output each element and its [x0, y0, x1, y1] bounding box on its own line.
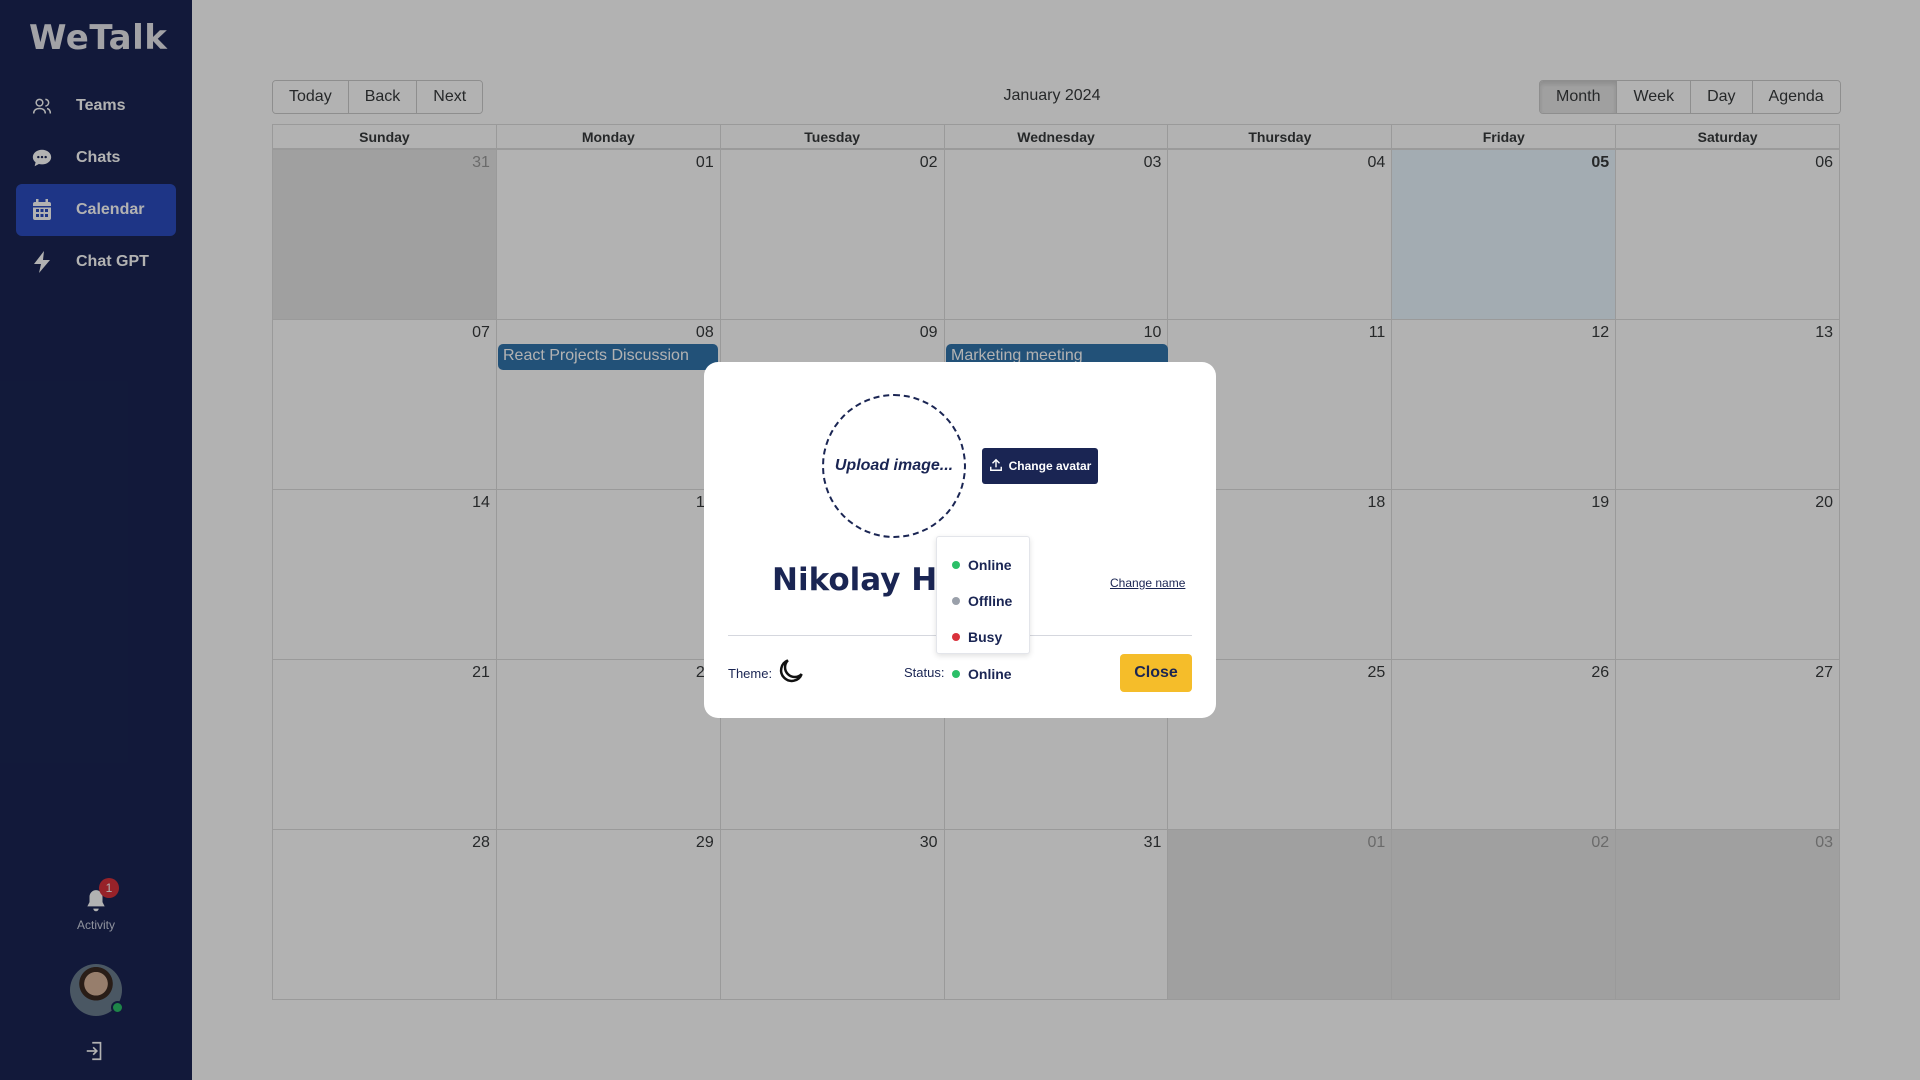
- status-dropdown: Online Offline Busy: [936, 536, 1030, 654]
- status-dot: [952, 561, 960, 569]
- change-name-link[interactable]: Change name: [1110, 576, 1185, 590]
- status-option-offline[interactable]: Offline: [937, 583, 1029, 619]
- user-name: Nikolay Ha: [772, 562, 959, 598]
- status-option-online[interactable]: Online: [937, 547, 1029, 583]
- upload-icon: [989, 458, 1003, 475]
- status-label: Status:: [904, 665, 945, 680]
- status-option-label: Busy: [968, 629, 1003, 645]
- status-dot: [952, 633, 960, 641]
- change-avatar-label: Change avatar: [1008, 459, 1092, 473]
- status-option-label: Online: [968, 557, 1012, 573]
- status-dot: [952, 670, 960, 678]
- theme-label: Theme:: [728, 666, 773, 681]
- change-avatar-button[interactable]: Change avatar: [982, 448, 1098, 484]
- status-option-label: Offline: [968, 593, 1013, 609]
- status-dot: [952, 597, 960, 605]
- status-select[interactable]: Online: [952, 666, 1012, 682]
- moon-icon[interactable]: [776, 656, 806, 686]
- status-value: Online: [968, 666, 1012, 682]
- upload-avatar-area[interactable]: Upload image...: [822, 394, 966, 538]
- close-button[interactable]: Close: [1120, 654, 1192, 692]
- status-option-busy[interactable]: Busy: [937, 619, 1029, 655]
